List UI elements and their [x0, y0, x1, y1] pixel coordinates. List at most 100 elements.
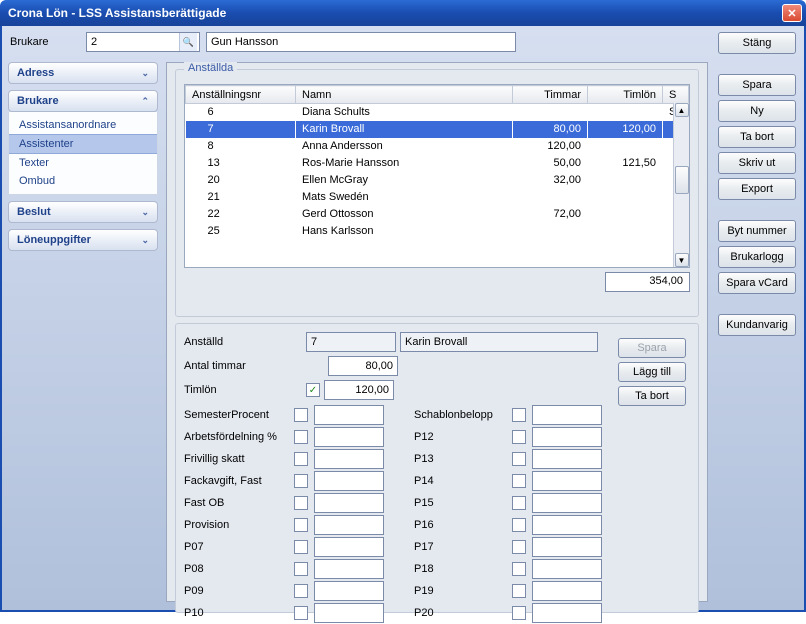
table-row[interactable]: 13Ros-Marie Hansson50,00121,50	[186, 155, 689, 172]
param-checkbox[interactable]	[294, 408, 308, 422]
brukarlogg-button[interactable]: Brukarlogg	[718, 246, 796, 268]
bytnummer-button[interactable]: Byt nummer	[718, 220, 796, 242]
antal-timmar-input[interactable]	[328, 356, 398, 376]
param-input[interactable]	[532, 493, 602, 513]
param-input[interactable]	[314, 581, 384, 601]
param-checkbox[interactable]	[294, 562, 308, 576]
table-row[interactable]: 25Hans Karlsson	[186, 223, 689, 240]
param-checkbox[interactable]	[294, 496, 308, 510]
param-input[interactable]	[532, 537, 602, 557]
param-label: SemesterProcent	[184, 409, 288, 421]
param-input[interactable]	[314, 471, 384, 491]
param-checkbox[interactable]	[294, 474, 308, 488]
param-input[interactable]	[532, 405, 602, 425]
param-input[interactable]	[314, 493, 384, 513]
export-button[interactable]: Export	[718, 178, 796, 200]
sidebar-item-assistansanordnare[interactable]: Assistansanordnare	[9, 116, 157, 134]
param-checkbox[interactable]	[294, 584, 308, 598]
detail-laggtill-button[interactable]: Lägg till	[618, 362, 686, 382]
detail-spara-button[interactable]: Spara	[618, 338, 686, 358]
table-row[interactable]: 7Karin Brovall80,00120,00	[186, 121, 689, 138]
param-label: P13	[414, 453, 506, 465]
param-checkbox[interactable]	[512, 408, 526, 422]
anstalld-namn-field	[400, 332, 598, 352]
param-row: Provision	[184, 514, 384, 536]
param-checkbox[interactable]	[294, 540, 308, 554]
detail-tabort-button[interactable]: Ta bort	[618, 386, 686, 406]
param-checkbox[interactable]	[294, 430, 308, 444]
scroll-thumb[interactable]	[675, 166, 689, 194]
sidebar-item-texter[interactable]: Texter	[9, 154, 157, 172]
param-label: P16	[414, 519, 506, 531]
sparavcard-button[interactable]: Spara vCard	[718, 272, 796, 294]
nav-brukare[interactable]: Brukare ⌃	[8, 90, 158, 112]
param-label: P14	[414, 475, 506, 487]
anstallda-grid[interactable]: Anställningsnr Namn Timmar Timlön S 6Dia…	[184, 84, 690, 268]
tabort-button[interactable]: Ta bort	[718, 126, 796, 148]
table-row[interactable]: 20Ellen McGray32,00	[186, 172, 689, 189]
scroll-down-icon[interactable]: ▼	[675, 253, 689, 267]
table-row[interactable]: 6Diana SchultsS	[186, 104, 689, 121]
timlon-input[interactable]	[324, 380, 394, 400]
stang-button[interactable]: Stäng	[718, 32, 796, 54]
skrivut-button[interactable]: Skriv ut	[718, 152, 796, 174]
grid-scrollbar[interactable]: ▲ ▼	[673, 103, 689, 267]
param-checkbox[interactable]	[512, 452, 526, 466]
param-checkbox[interactable]	[512, 430, 526, 444]
col-namn[interactable]: Namn	[296, 86, 513, 104]
sidebar-item-ombud[interactable]: Ombud	[9, 172, 157, 190]
param-checkbox[interactable]	[512, 540, 526, 554]
param-input[interactable]	[314, 515, 384, 535]
param-input[interactable]	[314, 537, 384, 557]
col-anstallningsnr[interactable]: Anställningsnr	[186, 86, 296, 104]
param-row: Fast OB	[184, 492, 384, 514]
table-row[interactable]: 21Mats Swedén	[186, 189, 689, 206]
param-checkbox[interactable]	[512, 474, 526, 488]
param-checkbox[interactable]	[294, 518, 308, 532]
brukare-id-input[interactable]	[87, 33, 179, 51]
param-input[interactable]	[532, 581, 602, 601]
anstalld-nr-field	[306, 332, 396, 352]
param-input[interactable]	[532, 559, 602, 579]
sidebar-item-assistenter[interactable]: Assistenter	[9, 134, 157, 154]
param-input[interactable]	[532, 515, 602, 535]
param-checkbox[interactable]	[294, 606, 308, 620]
nav-adress[interactable]: Adress ⌄	[8, 62, 158, 84]
param-input[interactable]	[314, 559, 384, 579]
nav-beslut-label: Beslut	[17, 206, 51, 218]
lookup-icon[interactable]: 🔍	[179, 33, 197, 51]
param-input[interactable]	[314, 405, 384, 425]
ny-button[interactable]: Ny	[718, 100, 796, 122]
param-input[interactable]	[532, 471, 602, 491]
kundanvarig-button[interactable]: Kundanvarig	[718, 314, 796, 336]
param-checkbox[interactable]	[512, 584, 526, 598]
param-input[interactable]	[314, 449, 384, 469]
param-checkbox[interactable]	[294, 452, 308, 466]
param-input[interactable]	[532, 427, 602, 447]
param-checkbox[interactable]	[512, 496, 526, 510]
spara-button[interactable]: Spara	[718, 74, 796, 96]
param-checkbox[interactable]	[512, 606, 526, 620]
scroll-up-icon[interactable]: ▲	[675, 103, 689, 117]
nav-beslut[interactable]: Beslut ⌄	[8, 201, 158, 223]
table-row[interactable]: 22Gerd Ottosson72,00	[186, 206, 689, 223]
param-input[interactable]	[314, 427, 384, 447]
timlon-checkbox[interactable]: ✓	[306, 383, 320, 397]
param-input[interactable]	[532, 603, 602, 623]
col-timlon[interactable]: Timlön	[588, 86, 663, 104]
nav-loneuppgifter[interactable]: Löneuppgifter ⌄	[8, 229, 158, 251]
param-label: P17	[414, 541, 506, 553]
param-input[interactable]	[532, 449, 602, 469]
param-row: P10	[184, 602, 384, 624]
param-input[interactable]	[314, 603, 384, 623]
param-checkbox[interactable]	[512, 518, 526, 532]
table-row[interactable]: 8Anna Andersson120,00	[186, 138, 689, 155]
param-row: P17	[414, 536, 602, 558]
close-button[interactable]: ✕	[782, 4, 802, 22]
anstallda-group: Anställda Anställningsnr Namn Timmar Tim…	[175, 69, 699, 317]
col-timmar[interactable]: Timmar	[513, 86, 588, 104]
brukare-id-combo[interactable]: 🔍	[86, 32, 200, 52]
param-row: Frivillig skatt	[184, 448, 384, 470]
param-checkbox[interactable]	[512, 562, 526, 576]
col-s[interactable]: S	[663, 86, 689, 104]
